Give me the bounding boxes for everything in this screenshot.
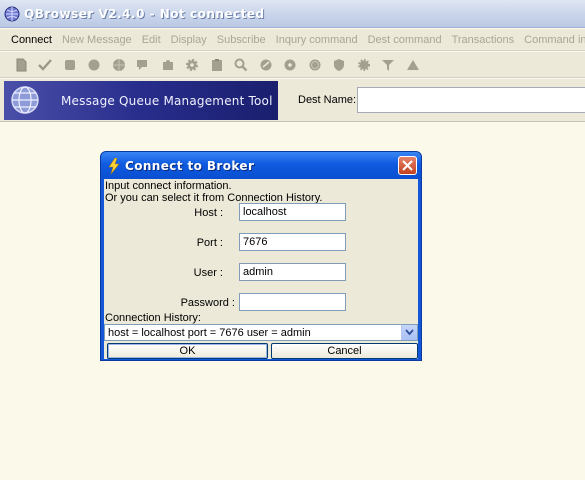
globe-logo-icon [11,86,39,114]
coin-icon [309,59,320,70]
dialog-title: Connect to Broker [125,158,255,173]
brand-text: Message Queue Management Tool [61,94,273,108]
menu-subscribe[interactable]: Subscribe [212,34,271,46]
menu-display[interactable]: Display [166,34,212,46]
ok-button[interactable]: OK [107,343,268,359]
menu-new-message[interactable]: New Message [57,34,137,46]
menu-bar: Connect New Message Edit Display Subscri… [0,29,585,51]
toolbar-coin-button[interactable] [306,56,323,73]
dialog-close-button[interactable] [398,156,417,175]
host-label: Host : [194,207,223,219]
connection-history-select[interactable]: host = localhost port = 7676 user = admi… [104,324,418,341]
menu-inqury-command[interactable]: Inqury command [271,34,363,46]
square-icon [64,59,75,70]
gear-icon [186,58,198,71]
history-dropdown-button[interactable] [401,325,417,340]
user-input[interactable]: admin [239,263,346,281]
toolbar-triangle-button[interactable] [404,56,421,73]
shield-icon [334,58,344,71]
history-selected-value: host = localhost port = 7676 user = admi… [108,327,311,339]
toolbar-star-button[interactable] [355,56,372,73]
clipboard-icon [211,58,222,71]
toolbar-chat-button[interactable] [135,56,152,73]
history-label: Connection History: [105,312,201,324]
dest-name-label: Dest Name: [298,94,357,106]
puzzle-icon [162,59,173,70]
toolbar-magnifier-button[interactable] [233,56,250,73]
info-line-1: Input connect information. [105,180,232,192]
disc-icon [284,59,296,70]
host-input[interactable]: localhost [239,203,346,221]
menu-dest-command[interactable]: Dest command [363,34,447,46]
dest-name-input[interactable] [357,87,585,113]
star-icon [357,58,370,71]
window-titlebar: QBrowser V2.4.0 - Not connected [0,0,585,28]
menu-edit[interactable]: Edit [137,34,166,46]
port-label: Port : [196,237,223,249]
toolbar-check-button[interactable] [37,56,54,73]
user-label: User : [193,267,223,279]
close-icon [402,160,413,171]
password-input[interactable] [239,293,346,311]
toolbar-circle-button[interactable] [86,56,103,73]
toolbar-globe-button[interactable] [110,56,127,73]
app-icon [4,6,20,21]
connect-dialog: Connect to Broker Input connect informat… [100,151,422,361]
chat-icon [137,59,147,70]
menu-transactions[interactable]: Transactions [447,34,520,46]
toolbar-puzzle-button[interactable] [159,56,176,73]
dialog-titlebar: Connect to Broker [101,152,421,179]
menu-command-input[interactable]: Command input [519,34,585,46]
menu-connect[interactable]: Connect [6,34,57,46]
toolbar-link-button[interactable] [257,56,274,73]
chevron-down-icon [405,329,414,336]
magnifier-icon [234,58,248,71]
circle-icon [88,59,100,70]
brand-panel: Message Queue Management Tool [4,81,278,120]
cancel-button[interactable]: Cancel [271,343,418,359]
filter-icon [382,59,394,71]
toolbar-filter-button[interactable] [380,56,397,73]
toolbar-disc-button[interactable] [282,56,299,73]
page-icon [16,58,26,71]
triangle-icon [406,59,419,70]
toolbar-clipboard-button[interactable] [208,56,225,73]
link-icon [260,59,271,70]
port-input[interactable]: 7676 [239,233,346,251]
toolbar [0,52,585,78]
globe-icon [112,58,125,71]
toolbar-page-button[interactable] [12,56,29,73]
window-title: QBrowser V2.4.0 - Not connected [24,6,265,21]
dialog-body: Input connect information. Or you can se… [104,179,418,359]
lightning-icon [108,157,120,174]
password-label: Password : [180,297,235,309]
toolbar-square-button[interactable] [61,56,78,73]
check-icon [38,58,52,71]
toolbar-gear-button[interactable] [184,56,201,73]
toolbar-shield-button[interactable] [331,56,348,73]
